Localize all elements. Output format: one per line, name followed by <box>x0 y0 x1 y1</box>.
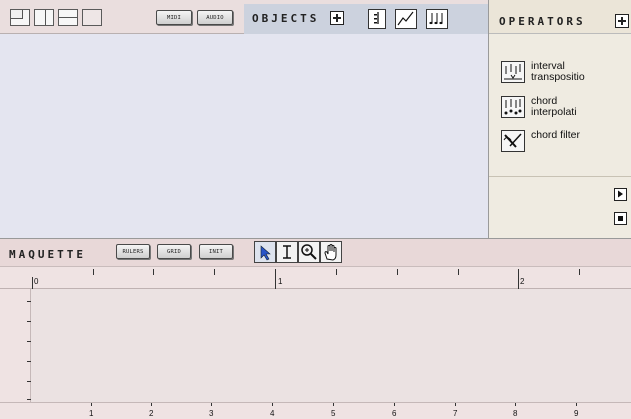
maquette-workspace[interactable] <box>31 289 631 402</box>
play-icon[interactable] <box>614 188 627 201</box>
ruler-label: 5 <box>331 409 336 418</box>
hand-tool-icon[interactable] <box>320 241 342 263</box>
objects-title: OBJECTS <box>252 12 320 25</box>
ruler-label: 4 <box>270 409 275 418</box>
ruler-label: 8 <box>513 409 518 418</box>
operator-item[interactable]: interval transpositio <box>501 61 585 83</box>
operator-label-line2: interpolati <box>531 106 577 118</box>
operator-label-line2: transpositio <box>531 71 585 83</box>
ruler-label: 3 <box>209 409 214 418</box>
arrow-tool-icon[interactable] <box>254 241 276 263</box>
operators-divider <box>489 176 631 177</box>
operator-item[interactable]: chord filter <box>501 130 580 152</box>
ruler-label: 6 <box>392 409 397 418</box>
ruler-label: 2 <box>149 409 154 418</box>
operators-title: OPERATORS <box>499 15 586 28</box>
bpf-curve-icon[interactable] <box>395 9 417 29</box>
chord-seq-icon[interactable] <box>426 9 448 29</box>
add-operator-icon[interactable] <box>615 14 629 28</box>
top-toolbar: MIDI AUDIO OBJECTS <box>0 0 488 34</box>
layout-split-vertical-button[interactable] <box>34 9 54 26</box>
init-button[interactable]: INIT <box>199 244 233 259</box>
maquette-bottom-ruler: 1 2 3 4 5 6 7 8 9 <box>0 402 631 419</box>
ruler-label: 9 <box>574 409 579 418</box>
operators-header: OPERATORS <box>489 0 631 34</box>
maquette-top-ruler: 0 1 2 <box>0 267 631 289</box>
ruler-label: 7 <box>453 409 458 418</box>
maquette-left-ruler <box>0 289 31 402</box>
objects-header: OBJECTS <box>244 4 488 34</box>
maquette-header: MAQUETTE RULERS GRID INIT <box>0 239 631 267</box>
add-object-icon[interactable] <box>330 11 344 25</box>
operator-item[interactable]: chord interpolati <box>501 96 577 118</box>
chord-interpolation-icon <box>501 96 525 118</box>
layout-split-quad-button[interactable] <box>10 9 30 26</box>
rulers-button[interactable]: RULERS <box>116 244 150 259</box>
note-object-icon[interactable] <box>368 9 386 29</box>
ruler-label: 1 <box>278 277 283 286</box>
grid-button[interactable]: GRID <box>157 244 191 259</box>
objects-workspace[interactable] <box>0 34 488 238</box>
ruler-label: 0 <box>34 277 39 286</box>
layout-split-horizontal-button[interactable] <box>58 9 78 26</box>
zoom-tool-icon[interactable] <box>298 241 320 263</box>
maquette-panel: MAQUETTE RULERS GRID INIT 0 1 2 1 2 3 4 … <box>0 238 631 419</box>
interval-transposition-icon <box>501 61 525 83</box>
maquette-title: MAQUETTE <box>9 248 86 261</box>
audio-button[interactable]: AUDIO <box>197 10 233 25</box>
midi-button[interactable]: MIDI <box>156 10 192 25</box>
operators-panel: OPERATORS interval transpositio chord in… <box>488 0 631 238</box>
ruler-label: 1 <box>89 409 94 418</box>
layout-single-button[interactable] <box>82 9 102 26</box>
operator-label-line1: chord filter <box>531 129 581 141</box>
ruler-label: 2 <box>520 277 525 286</box>
stop-icon[interactable] <box>614 212 627 225</box>
chord-filter-icon <box>501 130 525 152</box>
text-cursor-tool-icon[interactable] <box>276 241 298 263</box>
